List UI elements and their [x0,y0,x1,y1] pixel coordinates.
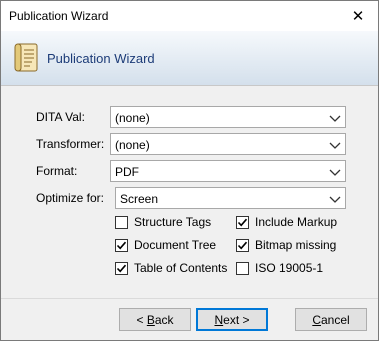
table-of-contents-checkbox[interactable]: Table of Contents [115,260,227,276]
iso-19005-1-checkbox[interactable]: ISO 19005-1 [236,260,323,276]
next-button-mnemonic: N [214,312,224,327]
bitmap-missing-label: Bitmap missing [255,238,337,252]
back-button-mnemonic: B [146,312,155,327]
optimize-for-value: Screen [120,192,159,206]
document-scroll-icon [14,43,38,72]
format-select[interactable]: PDF [110,160,346,182]
wizard-banner: Publication Wizard [1,31,378,85]
banner-title: Publication Wizard [47,51,155,66]
chevron-down-icon [329,196,341,203]
close-icon[interactable]: ✕ [338,1,378,31]
title-bar: Publication Wizard ✕ [1,1,378,31]
table-of-contents-label: Table of Contents [134,261,228,275]
chevron-down-icon [329,169,341,176]
include-markup-checkbox[interactable]: Include Markup [236,214,337,230]
checkmark-icon [115,261,128,275]
structure-tags-label: Structure Tags [134,215,212,229]
back-button[interactable]: < Back [119,308,191,331]
dita-val-select[interactable]: (none) [110,106,346,128]
back-button-rest: ack [154,312,174,327]
optimize-for-row: Optimize for: Screen [1,187,378,209]
cancel-button-rest: ancel [320,312,350,327]
publication-wizard-dialog: Publication Wizard ✕ Publication Wizard … [0,0,379,341]
cancel-button-mnemonic: C [312,312,321,327]
structure-tags-checkbox[interactable]: Structure Tags [115,214,211,230]
dita-val-row: DITA Val: (none) [1,106,378,128]
button-area-divider [1,298,378,299]
document-tree-label: Document Tree [134,238,217,252]
iso-19005-1-label: ISO 19005-1 [255,261,324,275]
transformer-row: Transformer: (none) [1,133,378,155]
optimize-for-select[interactable]: Screen [115,187,346,209]
chevron-down-icon [329,115,341,122]
format-row: Format: PDF [1,160,378,182]
next-button[interactable]: Next > [196,308,268,331]
transformer-label: Transformer: [36,137,105,151]
format-label: Format: [36,164,78,178]
transformer-value: (none) [115,138,150,152]
dita-val-value: (none) [115,111,150,125]
back-button-prefix: < [136,312,147,327]
optimize-for-label: Optimize for: [36,191,105,205]
cancel-button[interactable]: Cancel [295,308,367,331]
document-tree-checkbox[interactable]: Document Tree [115,237,216,253]
checkmark-icon [115,238,128,252]
include-markup-label: Include Markup [255,215,338,229]
dita-val-label: DITA Val: [36,110,85,124]
transformer-select[interactable]: (none) [110,133,346,155]
next-button-rest: ext > [223,312,250,327]
window-title: Publication Wizard [9,9,109,23]
checkmark-icon [236,215,249,229]
format-value: PDF [115,165,139,179]
checkmark-icon [236,238,249,252]
bitmap-missing-checkbox[interactable]: Bitmap missing [236,237,336,253]
chevron-down-icon [329,142,341,149]
checkbox-unchecked-icon [115,215,128,229]
banner-divider [1,85,378,86]
checkbox-unchecked-icon [236,261,249,275]
